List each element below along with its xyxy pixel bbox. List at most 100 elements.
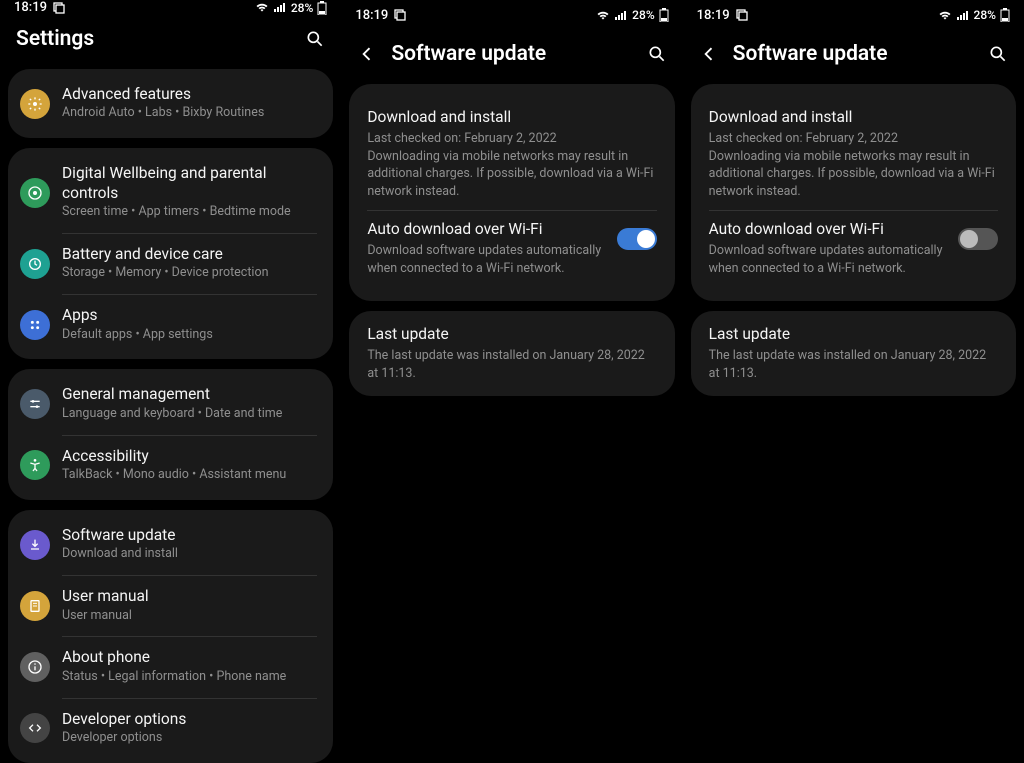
auto-desc: Download software updates automatically … [367,242,606,277]
status-time: 18:19 [697,8,730,23]
update-icon [20,530,50,560]
row-subtitle: TalkBack • Mono audio • Assistant menu [62,467,317,484]
auto-download-toggle[interactable] [958,228,998,250]
settings-group: Advanced features Android Auto • Labs • … [8,69,333,138]
back-icon[interactable] [699,44,719,64]
settings-row[interactable]: Digital Wellbeing and parental controls … [8,152,333,233]
row-title: Advanced features [62,85,317,104]
row-text: About phone Status • Legal information •… [62,648,317,685]
download-install-row[interactable]: Download and install Last checked on: Fe… [709,98,998,210]
manual-icon [20,591,50,621]
row-text: Accessibility TalkBack • Mono audio • As… [62,447,317,484]
search-icon[interactable] [305,29,325,49]
wifi-icon [938,10,952,21]
status-bar: 18:19 28% [683,0,1024,30]
last-update-title: Last update [367,325,656,343]
auto-download-toggle[interactable] [617,228,657,250]
row-text: Digital Wellbeing and parental controls … [62,164,317,221]
page-title: Settings [16,27,291,51]
settings-row[interactable]: About phone Status • Legal information •… [8,636,333,697]
page-title: Software update [391,42,632,66]
screenshot-icon [394,9,406,21]
settings-group: General management Language and keyboard… [8,369,333,500]
download-desc: Downloading via mobile networks may resu… [709,148,998,201]
battery-icon [659,8,669,22]
settings-group: Digital Wellbeing and parental controls … [8,148,333,359]
row-subtitle: Android Auto • Labs • Bixby Routines [62,105,317,122]
apps-icon [20,310,50,340]
settings-row[interactable]: Apps Default apps • App settings [8,294,333,355]
row-title: User manual [62,587,317,606]
row-text: Software update Download and install [62,526,317,563]
settings-row[interactable]: Developer options Developer options [8,698,333,759]
dev-icon [20,713,50,743]
advanced-icon [20,89,50,119]
settings-row[interactable]: Accessibility TalkBack • Mono audio • As… [8,435,333,496]
battery-icon [20,249,50,279]
wifi-icon [596,10,610,21]
download-checked: Last checked on: February 2, 2022 [367,130,656,148]
about-icon [20,652,50,682]
row-text: Developer options Developer options [62,710,317,747]
screenshot-icon [53,2,65,14]
search-icon[interactable] [647,44,667,64]
row-title: Software update [62,526,317,545]
settings-row[interactable]: Software update Download and install [8,514,333,575]
settings-row[interactable]: Battery and device care Storage • Memory… [8,233,333,294]
row-title: General management [62,385,317,404]
search-icon[interactable] [988,44,1008,64]
auto-download-row[interactable]: Auto download over Wi-Fi Download softwa… [367,210,656,287]
row-title: Apps [62,306,317,325]
row-title: Digital Wellbeing and parental controls [62,164,317,203]
update-card: Download and install Last checked on: Fe… [691,84,1016,301]
row-title: Battery and device care [62,245,317,264]
settings-row[interactable]: Advanced features Android Auto • Labs • … [8,73,333,134]
row-subtitle: Screen time • App timers • Bedtime mode [62,204,317,221]
row-text: Apps Default apps • App settings [62,306,317,343]
row-subtitle: User manual [62,608,317,625]
row-subtitle: Default apps • App settings [62,327,317,344]
row-title: About phone [62,648,317,667]
software-update-header: Software update [683,30,1024,84]
software-update-screen-on: 18:19 28% Software update [341,0,682,759]
page-title: Software update [733,42,974,66]
download-install-row[interactable]: Download and install Last checked on: Fe… [367,98,656,210]
status-time: 18:19 [14,0,47,15]
signal-icon [614,10,628,21]
download-title: Download and install [709,108,998,126]
last-update-card[interactable]: Last update The last update was installe… [349,311,674,396]
general-icon [20,389,50,419]
signal-icon [956,10,970,21]
last-update-card[interactable]: Last update The last update was installe… [691,311,1016,396]
last-update-title: Last update [709,325,998,343]
download-checked: Last checked on: February 2, 2022 [709,130,998,148]
settings-group: Software update Download and install Use… [8,510,333,763]
last-update-desc: The last update was installed on January… [367,347,656,382]
auto-download-row[interactable]: Auto download over Wi-Fi Download softwa… [709,210,998,287]
row-subtitle: Status • Legal information • Phone name [62,669,317,686]
battery-text: 28% [291,1,313,15]
battery-icon [1000,8,1010,22]
signal-icon [273,2,287,13]
wifi-icon [255,2,269,13]
row-subtitle: Download and install [62,546,317,563]
status-bar: 18:19 28% [341,0,682,30]
row-text: General management Language and keyboard… [62,385,317,422]
download-desc: Downloading via mobile networks may resu… [367,148,656,201]
software-update-header: Software update [341,30,682,84]
settings-screen: 18:19 28% Settings Advanced fe [0,0,341,759]
download-title: Download and install [367,108,656,126]
auto-title: Auto download over Wi-Fi [367,220,606,238]
settings-row[interactable]: User manual User manual [8,575,333,636]
status-bar: 18:19 28% [0,0,341,15]
row-title: Accessibility [62,447,317,466]
update-card: Download and install Last checked on: Fe… [349,84,674,301]
back-icon[interactable] [357,44,377,64]
row-subtitle: Developer options [62,730,317,747]
last-update-desc: The last update was installed on January… [709,347,998,382]
settings-row[interactable]: General management Language and keyboard… [8,373,333,434]
battery-text: 28% [974,8,996,22]
row-text: Advanced features Android Auto • Labs • … [62,85,317,122]
row-subtitle: Storage • Memory • Device protection [62,265,317,282]
screenshot-icon [736,9,748,21]
